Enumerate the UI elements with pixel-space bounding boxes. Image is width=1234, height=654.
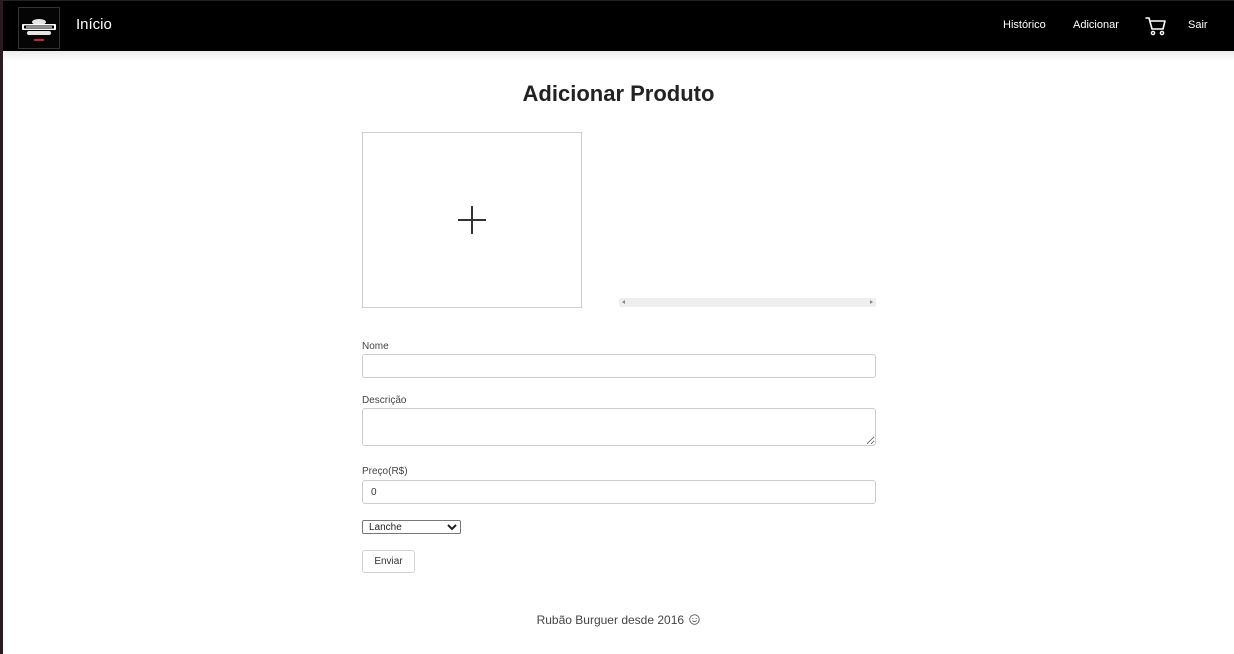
page: Início Histórico Adicionar Sair Adiciona…	[3, 0, 1234, 654]
preco-label: Preço(R$)	[362, 466, 408, 477]
nav-brand-inicio[interactable]: Início	[76, 16, 112, 33]
image-preview-scrollbar[interactable]	[619, 298, 876, 307]
page-title: Adicionar Produto	[522, 81, 715, 106]
smile-icon	[689, 614, 701, 625]
image-upload-button[interactable]	[362, 132, 582, 308]
preco-input[interactable]	[362, 480, 876, 504]
footer: Rubão Burguer desde 2016	[3, 613, 1234, 627]
footer-text: Rubão Burguer desde 2016	[536, 613, 685, 627]
cart-icon[interactable]	[1145, 16, 1167, 36]
descricao-label: Descrição	[362, 395, 407, 406]
nav-link-adicionar[interactable]: Adicionar	[1073, 19, 1119, 31]
navbar: Início Histórico Adicionar Sair	[3, 0, 1234, 51]
nav-link-historico[interactable]: Histórico	[1003, 19, 1046, 31]
nav-link-sair[interactable]: Sair	[1188, 19, 1208, 31]
plus-icon	[458, 206, 486, 234]
nome-label: Nome	[362, 341, 389, 352]
descricao-textarea[interactable]	[362, 408, 876, 446]
nome-input[interactable]	[362, 354, 876, 378]
scroll-right-icon[interactable]	[870, 300, 873, 304]
navbar-shadow	[3, 51, 1234, 61]
scroll-left-icon[interactable]	[622, 300, 625, 304]
logo-icon[interactable]	[18, 7, 60, 49]
enviar-button[interactable]: Enviar	[362, 550, 415, 573]
categoria-select[interactable]: Lanche	[362, 520, 461, 534]
